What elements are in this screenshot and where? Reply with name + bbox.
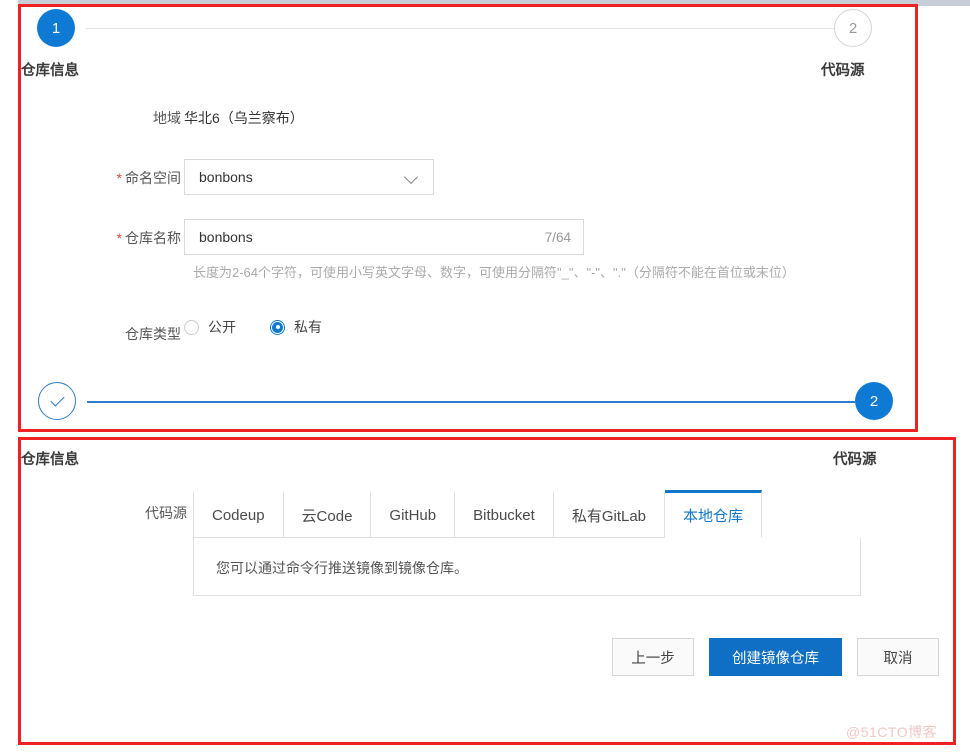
stepper-step-1-number: 1 (51, 19, 61, 37)
tab-yuncode[interactable]: 云Code (283, 490, 372, 538)
stepper-step-1-complete-circle[interactable] (38, 382, 76, 420)
namespace-select[interactable]: bonbons (184, 159, 434, 195)
stepper-step-2-active-number: 2 (869, 392, 879, 410)
repo-name-label: * 仓库名称 (0, 228, 181, 248)
tab-github-label: GitHub (389, 506, 437, 524)
tab-github[interactable]: GitHub (371, 490, 456, 538)
action-bar: 上一步 创建镜像仓库 取消 (21, 638, 939, 676)
source-tabs-wrapper: Codeup 云Code GitHub Bitbucket 私有GitLab 本… (193, 490, 861, 596)
repo-type-option-private-label: 私有 (294, 319, 322, 335)
tab-codeup-label: Codeup (212, 506, 265, 524)
browser-chrome-strip (0, 0, 970, 6)
form-row-namespace: * 命名空间 bonbons (21, 159, 915, 219)
source-code-panel: 2 仓库信息 代码源 代码源 Codeup 云Code GitHub Bitbu… (21, 382, 953, 742)
chevron-down-icon (405, 170, 419, 184)
stepper-step-2-circle[interactable]: 2 (834, 9, 872, 47)
tab-private-gitlab[interactable]: 私有GitLab (553, 490, 666, 538)
previous-step-button[interactable]: 上一步 (612, 638, 694, 676)
namespace-required-asterisk: * (116, 170, 122, 186)
namespace-selected-value: bonbons (199, 169, 253, 185)
region-label: 地域 (153, 110, 181, 126)
stepper-step-1-label: 仓库信息 (21, 63, 79, 79)
namespace-label-text: 命名空间 (125, 170, 181, 186)
radio-unselected-icon (184, 319, 199, 335)
repo-type-label: 仓库类型 (125, 326, 181, 342)
repo-name-help-text: 长度为2-64个字符，可使用小写英文字母、数字，可使用分隔符"_"、"-"、".… (193, 265, 795, 280)
tab-codeup[interactable]: Codeup (193, 490, 284, 538)
repo-name-required-asterisk: * (116, 230, 122, 246)
stepper-step-2-label: 代码源 (821, 63, 865, 79)
repo-name-input-value: bonbons (199, 229, 253, 245)
screenshot-root: 1 2 仓库信息 代码源 地域 华北6（乌兰察布） *命名空间 bonbons (0, 0, 970, 754)
create-repository-button[interactable]: 创建镜像仓库 (709, 638, 842, 676)
cancel-button[interactable]: 取消 (857, 638, 939, 676)
repo-type-option-public-label: 公开 (208, 319, 236, 335)
stepper-bottom: 2 (21, 382, 893, 432)
stepper-top: 1 2 仓库信息 代码源 (21, 7, 915, 87)
repo-type-option-private[interactable]: 私有 (270, 317, 322, 337)
stepper-step-2-number: 2 (848, 19, 858, 37)
namespace-label: * 命名空间 (0, 168, 181, 188)
stepper-step-1-circle[interactable]: 1 (37, 9, 75, 47)
tab-private-gitlab-label: 私有GitLab (571, 507, 647, 525)
repo-type-option-public[interactable]: 公开 (184, 317, 236, 337)
stepper-step-2-active-circle[interactable]: 2 (855, 382, 893, 420)
tab-panel-local-repository: 您可以通过命令行推送镜像到镜像仓库。 (193, 538, 861, 596)
repository-info-panel: 1 2 仓库信息 代码源 地域 华北6（乌兰察布） *命名空间 bonbons (21, 7, 915, 429)
repo-name-char-counter: 7/64 (544, 229, 571, 245)
tab-local-repository[interactable]: 本地仓库 (665, 490, 763, 538)
repo-name-label-text: 仓库名称 (125, 230, 181, 246)
tab-local-repository-label: 本地仓库 (683, 507, 744, 525)
repo-name-input[interactable]: bonbons 7/64 (184, 219, 584, 255)
stepper-connector-line-active (87, 401, 855, 403)
repository-form: 地域 华北6（乌兰察布） * 命名空间 bonbons * 仓库名称 bonbons (21, 99, 915, 375)
stepper-bottom-step-2-label: 代码源 (833, 452, 877, 468)
tab-bitbucket-label: Bitbucket (473, 506, 535, 524)
region-value: 华北6（乌兰察布） (184, 110, 304, 126)
source-tabs: Codeup 云Code GitHub Bitbucket 私有GitLab 本… (193, 490, 861, 538)
form-row-region: 地域 华北6（乌兰察布） (21, 99, 915, 159)
form-row-repo-type: 仓库类型 公开 私有 (21, 315, 915, 375)
tab-bitbucket[interactable]: Bitbucket (455, 490, 554, 538)
stepper-bottom-step-1-label: 仓库信息 (21, 452, 79, 468)
radio-selected-icon (270, 319, 285, 335)
form-row-repo-name: * 仓库名称 bonbons 7/64 长度为2-64个字符，可使用小写英文字母、… (21, 219, 915, 315)
tab-panel-text: 您可以通过命令行推送镜像到镜像仓库。 (216, 560, 468, 576)
source-code-label: 代码源 (145, 505, 187, 521)
check-icon (49, 391, 65, 407)
repo-type-radio-group: 公开 私有 (184, 317, 356, 337)
stepper-connector-line (86, 28, 834, 29)
tab-yuncode-label: 云Code (301, 507, 353, 525)
